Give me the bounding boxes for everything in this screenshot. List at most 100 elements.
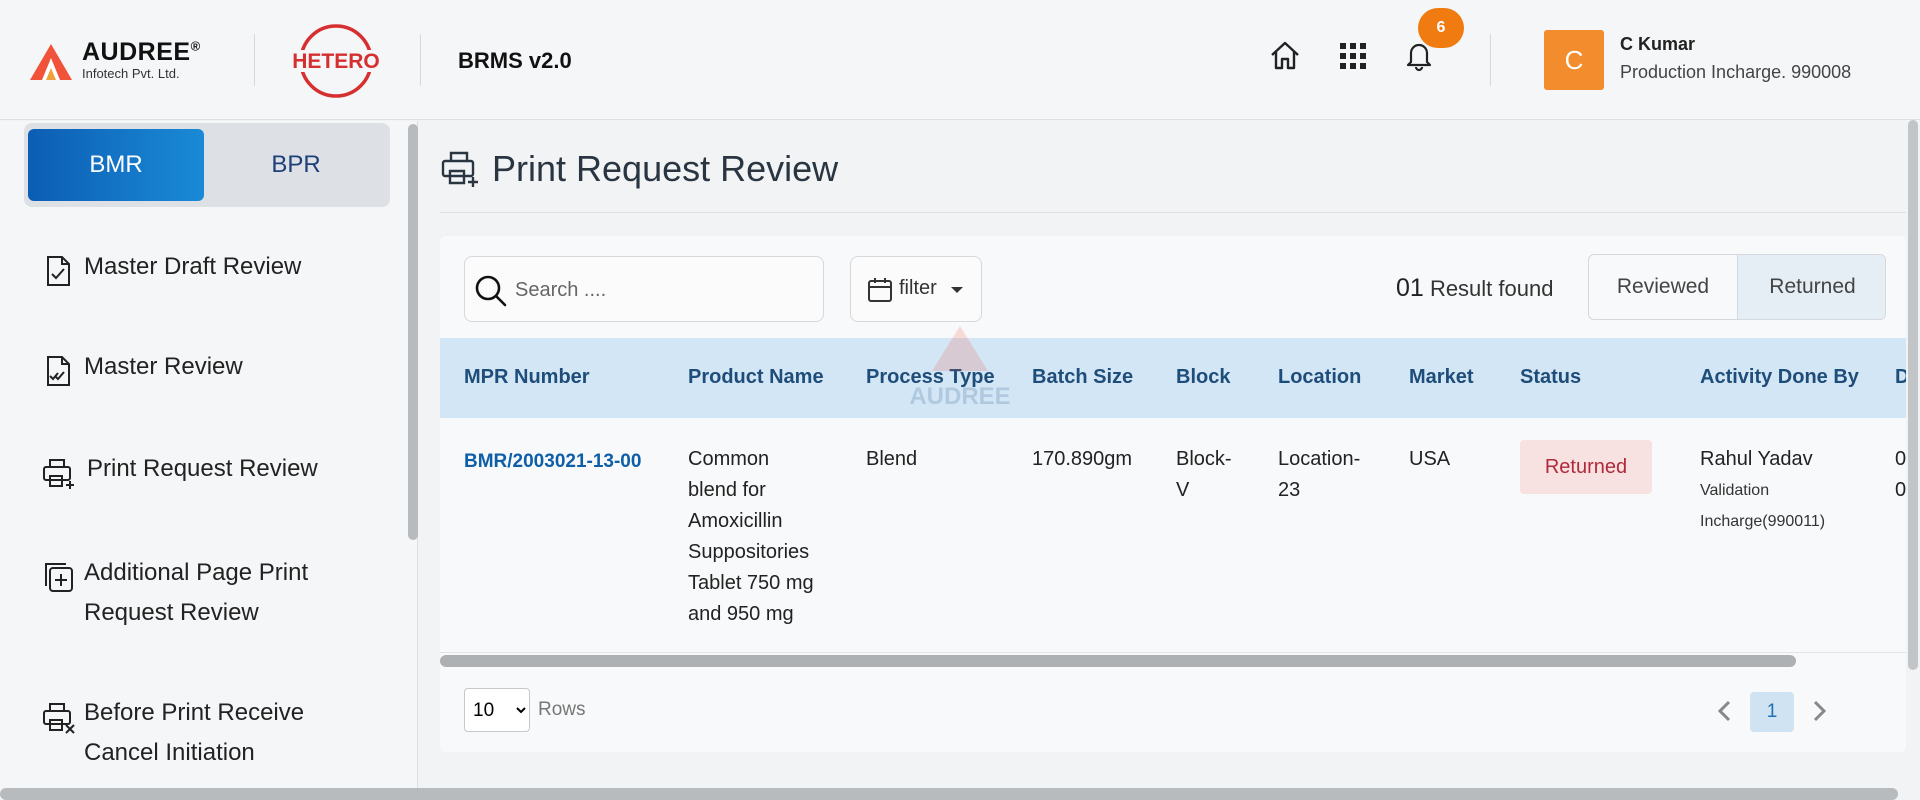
product-name-line: Suppositories [688, 541, 810, 563]
activity-name: Rahul Yadav [1700, 448, 1813, 470]
col-market[interactable]: Market [1409, 366, 1473, 389]
hetero-logo-ring: HETERO [292, 24, 380, 98]
rows-label: Rows [538, 699, 586, 720]
sidebar-item-label: Additional Page Print Request Review [84, 559, 309, 626]
registered-mark: ® [190, 38, 201, 54]
watermark-text: AUDREE [909, 383, 1010, 410]
copy-plus-icon [45, 563, 73, 592]
brand-name: AUDREE [82, 38, 191, 66]
product-name-line: and 950 mg [688, 603, 794, 625]
result-text: Result found [1429, 276, 1554, 301]
printer-x-icon [43, 703, 75, 734]
status-badge: Returned [1520, 440, 1652, 494]
review-status-segment: Reviewed Returned [1588, 254, 1886, 320]
document-double-check-icon [47, 356, 70, 386]
col-date-partial[interactable]: D [1895, 366, 1906, 389]
home-icon[interactable] [1268, 38, 1302, 72]
date-cell-partial: 0 0 [1895, 444, 1906, 506]
sidebar-item-label: Print Request Review [87, 455, 318, 482]
app-title: BRMS v2.0 [458, 48, 572, 73]
sidebar-scrollbar[interactable] [408, 124, 418, 540]
activity-done-by-cell: Rahul Yadav Validation Incharge(990011) [1700, 444, 1825, 537]
printer-plus-icon [43, 459, 74, 489]
activity-role-line: Validation [1700, 482, 1770, 499]
chevron-left-icon[interactable] [1714, 698, 1736, 724]
heading-divider [440, 212, 1906, 213]
notification-badge[interactable]: 6 [1418, 8, 1464, 48]
market-cell: USA [1409, 448, 1451, 470]
process-type-cell: Blend [866, 448, 918, 470]
col-batch-size[interactable]: Batch Size [1032, 366, 1133, 389]
chevron-down-icon [951, 287, 963, 293]
result-number: 01 [1396, 274, 1424, 302]
col-product-name[interactable]: Product Name [688, 366, 824, 389]
row-divider [440, 652, 1906, 653]
location-line: Location- [1278, 448, 1361, 470]
rows-per-page-select[interactable]: 10 [464, 688, 530, 732]
bmr-bpr-toggle: BMR BPR [24, 123, 390, 207]
top-header: AUDREE® Infotech Pvt. Ltd. HETERO BRMS v… [0, 0, 1920, 120]
sidebar-item-print-request-review[interactable]: Print Request Review [40, 449, 380, 491]
user-name: C Kumar [1620, 34, 1696, 54]
col-status[interactable]: Status [1520, 366, 1581, 389]
search-icon [475, 275, 507, 307]
calendar-icon [868, 278, 892, 302]
main-vertical-scrollbar[interactable] [1908, 120, 1918, 670]
filter-button[interactable]: filter [850, 256, 982, 322]
sidebar-item-label: Master Draft Review [84, 253, 302, 280]
sidebar-item-master-review[interactable]: Master Review [40, 347, 380, 389]
page-number-button[interactable]: 1 [1750, 692, 1794, 732]
search-input[interactable] [515, 271, 805, 309]
hetero-logo-text: HETERO [292, 50, 380, 73]
page-title: Print Request Review [492, 148, 839, 189]
batch-size-cell: 170.890gm [1032, 448, 1133, 470]
location-line: 23 [1278, 479, 1301, 501]
hetero-logo: HETERO [290, 22, 382, 100]
col-activity-done-by[interactable]: Activity Done By [1700, 366, 1859, 389]
toggle-bmr[interactable]: BMR [28, 129, 204, 201]
page-horizontal-scrollbar[interactable] [0, 788, 1898, 800]
product-name-line: blend for [688, 479, 766, 501]
audree-logo-icon [30, 44, 72, 80]
product-name-cell: Common blend for Amoxicillin Suppositori… [688, 444, 838, 630]
sidebar-item-master-draft-review[interactable]: Master Draft Review [40, 247, 380, 289]
product-name-line: Tablet 750 mg [688, 572, 814, 594]
segment-returned[interactable]: Returned [1737, 255, 1885, 319]
search-box [464, 256, 824, 322]
toggle-bpr[interactable]: BPR [208, 129, 384, 201]
segment-reviewed[interactable]: Reviewed [1589, 255, 1737, 319]
sidebar-item-before-print-receive-cancel[interactable]: Before Print Receive Cancel Initiation [40, 693, 380, 777]
col-mpr-number[interactable]: MPR Number [464, 366, 590, 389]
user-role: Production Incharge. 990008 [1620, 62, 1852, 82]
product-name-line: Common [688, 448, 770, 470]
date-line: 0 [1895, 448, 1906, 470]
block-cell: Block- V [1176, 444, 1232, 506]
document-check-icon [47, 256, 70, 286]
audree-logo: AUDREE® Infotech Pvt. Ltd. [30, 36, 230, 86]
sidebar-item-label: Master Review [84, 353, 243, 380]
col-block[interactable]: Block [1176, 366, 1230, 389]
chevron-right-icon[interactable] [1808, 698, 1830, 724]
mpr-number-link[interactable]: BMR/2003021-13-00 [464, 446, 641, 477]
avatar[interactable]: C [1544, 30, 1604, 90]
printer-plus-icon [441, 151, 478, 187]
header-divider [254, 34, 255, 86]
col-location[interactable]: Location [1278, 366, 1361, 389]
sidebar-item-label: Before Print Receive Cancel Initiation [84, 699, 305, 766]
activity-role-line: Incharge(990011) [1700, 513, 1826, 530]
sidebar: BMR BPR Master Draft Review Master Revie… [0, 121, 418, 791]
table-header: MPR Number Product Name Process Type Bat… [440, 338, 1906, 418]
brand-subtitle: Infotech Pvt. Ltd. [82, 66, 180, 81]
header-divider [420, 34, 421, 86]
sidebar-item-additional-page-print[interactable]: Additional Page Print Request Review [40, 553, 380, 637]
apps-grid-icon[interactable] [1336, 38, 1370, 72]
audree-watermark: AUDREE [909, 326, 1011, 410]
results-card: filter 01 Result found Reviewed Returned… [440, 236, 1906, 752]
product-name-line: Amoxicillin [688, 510, 783, 532]
header-divider [1490, 34, 1491, 86]
location-cell: Location- 23 [1278, 444, 1360, 506]
date-line: 0 [1895, 479, 1906, 501]
table-horizontal-scrollbar[interactable] [440, 655, 1796, 667]
result-count: 01 Result found [1396, 274, 1553, 303]
filter-label: filter [899, 277, 937, 299]
